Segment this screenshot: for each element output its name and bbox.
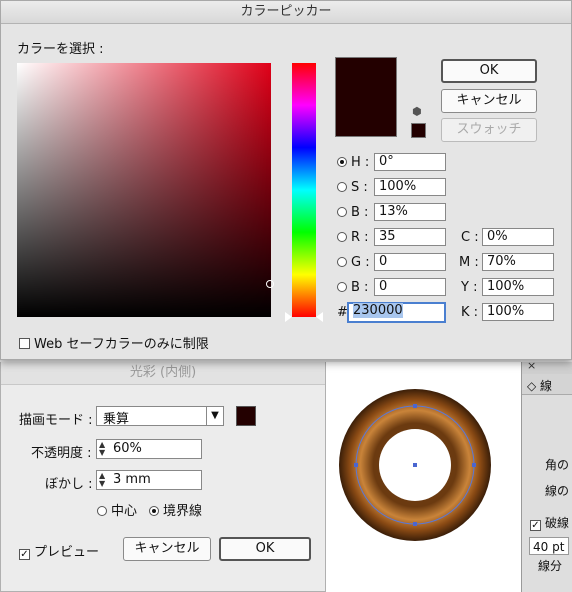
web-only-checkbox[interactable]: Web セーフカラーのみに制限 bbox=[19, 333, 209, 352]
hex-input[interactable]: 230000 bbox=[347, 302, 446, 323]
b-radio[interactable]: B : bbox=[337, 205, 368, 220]
radio-off-icon bbox=[337, 182, 347, 192]
opacity-stepper[interactable]: ▲ ▼ 60% bbox=[96, 439, 202, 459]
s-radio[interactable]: S : bbox=[337, 180, 368, 195]
dashed-checkbox[interactable]: ✓ 破線 bbox=[530, 514, 569, 531]
glow-color-swatch[interactable] bbox=[236, 406, 256, 426]
c-input[interactable]: 0% bbox=[482, 228, 554, 246]
blur-value: 3 mm bbox=[113, 472, 151, 487]
h-radio[interactable]: H : bbox=[337, 155, 369, 170]
r-radio[interactable]: R : bbox=[337, 230, 369, 245]
h-key: H bbox=[351, 155, 361, 170]
radio-off-icon bbox=[337, 282, 347, 292]
blue-input[interactable]: 0 bbox=[374, 278, 446, 296]
s-key: S bbox=[351, 180, 360, 195]
edge-label: 境界線 bbox=[163, 504, 203, 519]
k-label: K : bbox=[461, 305, 479, 320]
k-key: K bbox=[461, 305, 470, 320]
g-radio[interactable]: G : bbox=[337, 255, 370, 270]
c-label: C : bbox=[461, 230, 479, 245]
y-key: Y bbox=[461, 280, 469, 295]
y-input[interactable]: 100% bbox=[482, 278, 554, 296]
slider-left-arrow-icon[interactable] bbox=[285, 312, 292, 322]
b-key: B bbox=[351, 205, 360, 220]
donut-artwork[interactable] bbox=[336, 384, 494, 546]
dash-input[interactable]: 40 pt bbox=[529, 537, 569, 555]
out-of-gamut-cube-icon[interactable]: ⬢ bbox=[412, 105, 422, 118]
color-field[interactable] bbox=[17, 63, 271, 317]
m-label: M : bbox=[459, 255, 479, 270]
radio-off-icon bbox=[337, 257, 347, 267]
blue-key: B bbox=[351, 280, 360, 295]
chevron-down-icon: ▼ bbox=[206, 407, 223, 425]
y-label: Y : bbox=[461, 280, 478, 295]
center-label: 中心 bbox=[111, 504, 138, 519]
hex-value: 230000 bbox=[353, 303, 403, 318]
edge-radio[interactable]: 境界線 bbox=[149, 500, 202, 519]
web-only-label: Web セーフカラーのみに制限 bbox=[34, 337, 209, 352]
glow-cancel-button[interactable]: キャンセル bbox=[123, 537, 211, 561]
blur-label: ぼかし : bbox=[45, 477, 93, 492]
radio-off-icon bbox=[337, 207, 347, 217]
ok-button[interactable]: OK bbox=[441, 59, 537, 83]
tab-stroke-label: 線 bbox=[540, 379, 553, 393]
opacity-label: 不透明度 : bbox=[31, 446, 92, 461]
blur-stepper[interactable]: ▲ ▼ 3 mm bbox=[96, 470, 202, 490]
color-field-cursor[interactable] bbox=[266, 280, 274, 288]
dialog-title: カラーピッカー bbox=[1, 1, 571, 24]
radio-on-icon bbox=[149, 506, 159, 516]
swatches-button[interactable]: スウォッチ bbox=[441, 118, 537, 142]
k-input[interactable]: 100% bbox=[482, 303, 554, 321]
tab-stroke[interactable]: ◇ 線 bbox=[527, 377, 552, 394]
g-input[interactable]: 0 bbox=[374, 253, 446, 271]
stepper-arrows-icon[interactable]: ▲ ▼ bbox=[99, 441, 105, 457]
r-input[interactable]: 35 bbox=[374, 228, 446, 246]
segment-label: 線分 bbox=[538, 559, 563, 573]
checkbox-checked-icon: ✓ bbox=[530, 520, 541, 531]
cancel-button[interactable]: キャンセル bbox=[441, 89, 537, 113]
web-safe-swatch[interactable] bbox=[411, 123, 426, 138]
m-input[interactable]: 70% bbox=[482, 253, 554, 271]
s-input[interactable]: 100% bbox=[374, 178, 446, 196]
color-picker-dialog: カラーピッカー カラーを選択 : ⬢ OK キャンセル スウォッチ H : 0°… bbox=[0, 0, 572, 360]
m-key: M bbox=[459, 255, 471, 270]
inner-glow-dialog: 光彩 (内側) 描画モード : 乗算 ▼ 不透明度 : ▲ ▼ 60% ぼかし :… bbox=[0, 362, 326, 592]
dashed-label: 破線 bbox=[545, 516, 570, 530]
slider-right-arrow-icon[interactable] bbox=[316, 312, 323, 322]
g-key: G bbox=[351, 255, 362, 270]
cap-label: 線の bbox=[544, 484, 569, 498]
radio-off-icon bbox=[337, 232, 347, 242]
glow-ok-button[interactable]: OK bbox=[219, 537, 311, 561]
new-color-preview bbox=[335, 57, 397, 137]
blend-mode-value: 乗算 bbox=[103, 412, 130, 427]
mode-label: 描画モード : bbox=[19, 413, 93, 428]
stroke-panel: × ◇ 線 角の 線の ✓ 破線 40 pt 線分 bbox=[521, 359, 572, 592]
center-radio[interactable]: 中心 bbox=[97, 500, 137, 519]
preview-label: プレビュー bbox=[34, 545, 100, 560]
opacity-value: 60% bbox=[113, 441, 142, 456]
blue-radio[interactable]: B : bbox=[337, 280, 368, 295]
h-input[interactable]: 0° bbox=[374, 153, 446, 171]
select-color-label: カラーを選択 : bbox=[17, 42, 104, 57]
checkbox-checked-icon: ✓ bbox=[19, 549, 30, 560]
stepper-arrows-icon[interactable]: ▲ ▼ bbox=[99, 472, 105, 488]
b-input[interactable]: 13% bbox=[374, 203, 446, 221]
panel-tab-row: ◇ 線 bbox=[522, 374, 572, 395]
c-key: C bbox=[461, 230, 471, 245]
hue-slider[interactable] bbox=[292, 63, 316, 317]
preview-checkbox[interactable]: ✓ プレビュー bbox=[19, 541, 99, 560]
r-key: R bbox=[351, 230, 361, 245]
corner-label: 角の bbox=[544, 458, 569, 472]
dialog-title: 光彩 (内側) bbox=[1, 362, 325, 385]
checkbox-unchecked-icon bbox=[19, 338, 30, 349]
radio-off-icon bbox=[97, 506, 107, 516]
close-icon[interactable]: × bbox=[527, 359, 536, 372]
radio-on-icon bbox=[337, 157, 347, 167]
blend-mode-select[interactable]: 乗算 ▼ bbox=[96, 406, 224, 427]
